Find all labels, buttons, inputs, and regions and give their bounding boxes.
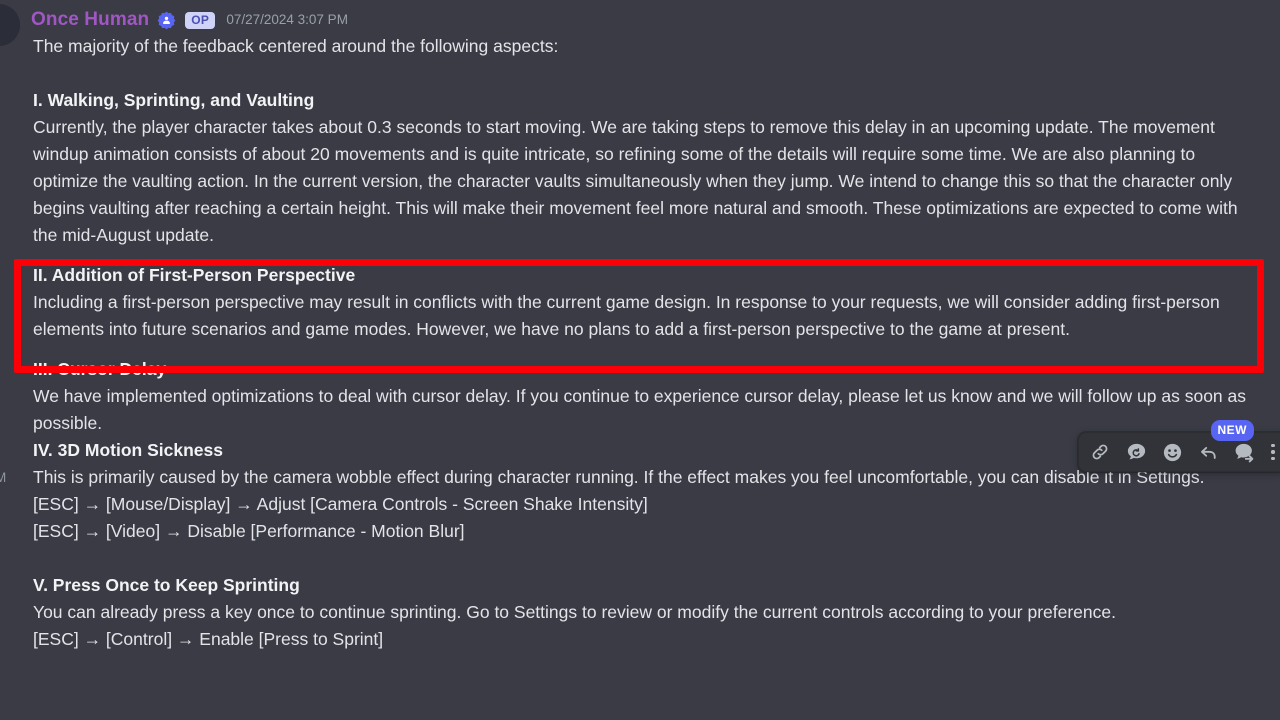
smiley-icon xyxy=(1161,441,1184,464)
message-header: Once Human OP 07/27/2024 3:07 PM xyxy=(31,8,348,32)
section-body-2: Including a first-person perspective may… xyxy=(33,292,1220,339)
reply-arrow-icon xyxy=(1197,441,1220,464)
section-heading-2: II. Addition of First-Person Perspective xyxy=(33,265,356,285)
link-icon xyxy=(1089,441,1111,463)
section-step-4-2: [ESC] → [Video] → Disable [Performance -… xyxy=(33,521,465,541)
copy-link-button[interactable] xyxy=(1082,435,1118,469)
remind-me-button[interactable] xyxy=(1118,435,1154,469)
add-reaction-button[interactable] xyxy=(1154,435,1190,469)
compact-message-timestamp: PM xyxy=(0,470,7,485)
message-forward-icon xyxy=(1233,441,1256,464)
avatar-quadrant-bottom-right xyxy=(0,25,20,46)
section-step-5-1: [ESC] → [Control] → Enable [Press to Spr… xyxy=(33,629,384,649)
message-body: The majority of the feedback centered ar… xyxy=(33,33,1263,653)
section-heading-3: III. Cursor Delay xyxy=(33,359,167,379)
message-hover-toolbar: NEW xyxy=(1078,420,1280,472)
more-actions-button[interactable] xyxy=(1262,435,1280,469)
message-timestamp: 07/27/2024 3:07 PM xyxy=(226,12,348,27)
section-body-3: We have implemented optimizations to dea… xyxy=(33,386,1247,433)
author-username[interactable]: Once Human xyxy=(31,9,149,31)
section-body-5: You can already press a key once to cont… xyxy=(33,602,1116,622)
message-view: Once Human OP 07/27/2024 3:07 PM The maj… xyxy=(0,0,1280,720)
section-heading-5: V. Press Once to Keep Sprinting xyxy=(33,575,300,595)
avatar[interactable] xyxy=(0,4,20,46)
verified-server-icon[interactable] xyxy=(157,11,176,30)
avatar-quadrant-top-right xyxy=(0,4,20,25)
message-clock-icon xyxy=(1125,441,1148,464)
new-feature-badge: NEW xyxy=(1210,420,1254,441)
section-heading-1: I. Walking, Sprinting, and Vaulting xyxy=(33,90,315,110)
section-body-1: Currently, the player character takes ab… xyxy=(33,117,1238,245)
op-badge: OP xyxy=(185,11,216,29)
more-vertical-icon xyxy=(1271,442,1275,462)
intro-paragraph: The majority of the feedback centered ar… xyxy=(33,36,559,56)
section-step-4-1: [ESC] → [Mouse/Display] → Adjust [Camera… xyxy=(33,494,648,514)
